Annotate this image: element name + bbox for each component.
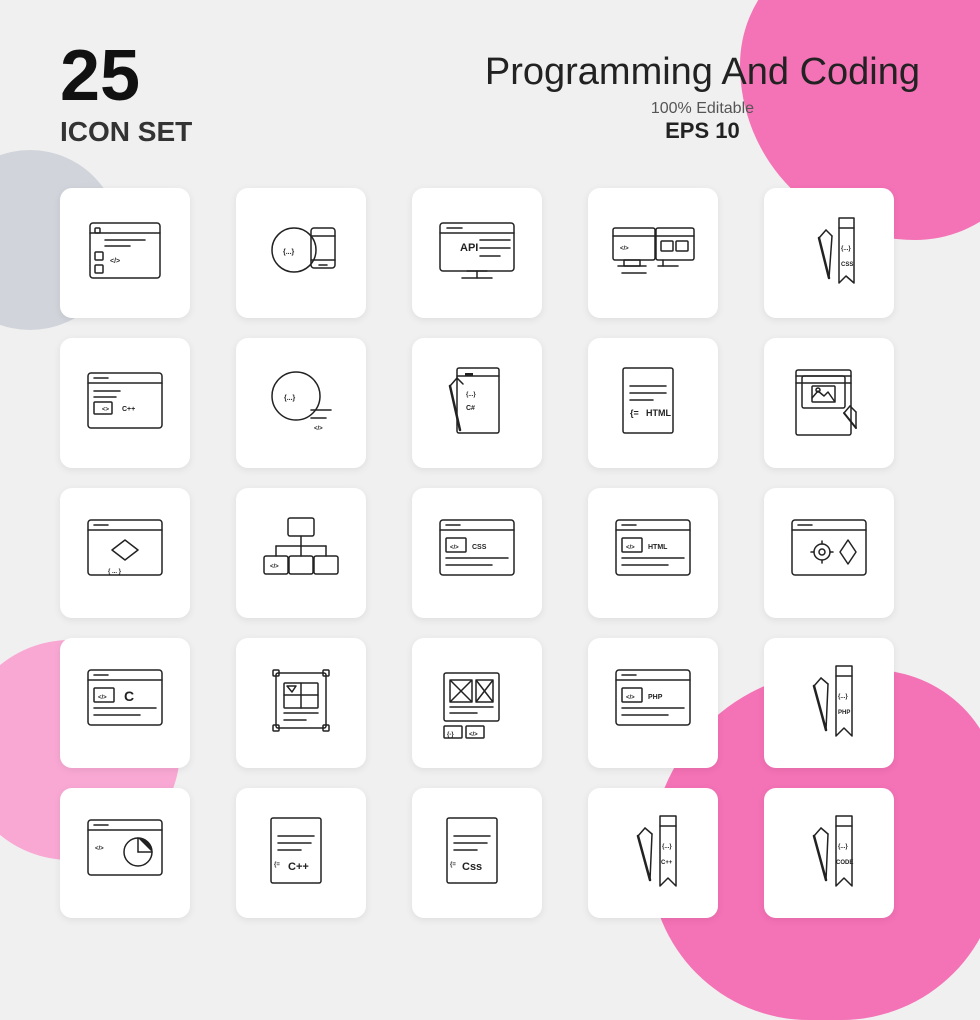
svg-text:PHP: PHP <box>838 710 850 716</box>
main-content: 25 ICON SET Programming And Coding 100% … <box>0 0 980 958</box>
svg-text:C++: C++ <box>122 406 135 413</box>
svg-text:{...}: {...} <box>283 249 295 256</box>
icon-pencil-cpp: {...} C++ <box>588 788 718 918</box>
icon-browser-code: </> <box>60 188 190 318</box>
svg-text:HTML: HTML <box>646 408 671 418</box>
icon-circle-curly: {...} </> <box>236 338 366 468</box>
icon-file-css: {= Css <box>412 788 542 918</box>
icon-pencil-php: {...} PHP <box>764 638 894 768</box>
icon-dual-monitor-code: </> <box>588 188 718 318</box>
icon-html-file: {= HTML <box>588 338 718 468</box>
icon-wireframe: {-} </> <box>412 638 542 768</box>
svg-text:C++: C++ <box>661 860 673 866</box>
icon-circle-dots-mobile: {...} <box>236 188 366 318</box>
svg-text:</>: </> <box>620 246 629 252</box>
icon-file-cpp: {= C++ <box>236 788 366 918</box>
svg-text:Css: Css <box>462 861 482 873</box>
icon-browser-c: </> C <box>60 638 190 768</box>
icon-design-tool <box>236 638 366 768</box>
header: 25 ICON SET Programming And Coding 100% … <box>60 40 920 148</box>
editable-label: 100% Editable <box>485 100 920 118</box>
svg-text:{=: {= <box>274 862 280 868</box>
svg-text:</>: </> <box>314 426 323 432</box>
icon-flowchart: </> <box>236 488 366 618</box>
svg-text:</>: </> <box>270 564 279 570</box>
svg-text:{...}: {...} <box>838 694 848 700</box>
svg-text:</>: </> <box>110 258 120 265</box>
svg-text:</>: </> <box>626 545 635 551</box>
svg-text:API: API <box>460 242 478 254</box>
svg-text:{...}: {...} <box>838 844 848 850</box>
svg-text:CSS: CSS <box>472 544 487 551</box>
icon-browser-cpp: <> C++ <box>60 338 190 468</box>
svg-text:C: C <box>124 688 134 704</box>
svg-text:{...}: {...} <box>841 246 851 252</box>
svg-text:PHP: PHP <box>648 694 663 701</box>
icon-set-label: ICON SET <box>60 116 192 148</box>
svg-text:</>: </> <box>469 732 478 738</box>
collection-title: Programming And Coding <box>485 50 920 96</box>
svg-text:</>: </> <box>626 695 635 701</box>
icon-browser-chart: </> <box>60 788 190 918</box>
svg-text:</>: </> <box>98 695 107 701</box>
svg-text:{-}: {-} <box>447 732 454 738</box>
icon-browser-gear-diamond <box>764 488 894 618</box>
icon-pencil-code: {...} CODE <box>764 788 894 918</box>
icon-api-monitor: API <box>412 188 542 318</box>
icon-browser-diamond: { ... } <box>60 488 190 618</box>
icon-browser-css: </> CSS <box>412 488 542 618</box>
svg-text:{=: {= <box>450 862 456 868</box>
svg-text:HTML: HTML <box>648 544 668 551</box>
svg-text:CSS: CSS <box>841 262 853 268</box>
eps-label: EPS 10 <box>485 118 920 144</box>
svg-text:</>: </> <box>450 545 459 551</box>
header-left: 25 ICON SET <box>60 40 192 148</box>
icon-book-image <box>764 338 894 468</box>
icon-browser-php: </> PHP <box>588 638 718 768</box>
icon-grid: </> {...} API <box>60 188 920 918</box>
svg-text:<>: <> <box>102 407 110 413</box>
icon-pencil-csharp: {...} C# <box>412 338 542 468</box>
svg-text:C++: C++ <box>288 861 309 873</box>
svg-text:{=: {= <box>630 408 639 418</box>
svg-text:{...}: {...} <box>466 392 476 398</box>
header-right: Programming And Coding 100% Editable EPS… <box>485 40 920 144</box>
svg-text:{ ... }: { ... } <box>108 569 122 575</box>
svg-text:{...}: {...} <box>662 844 672 850</box>
icon-pencil-css: {...} CSS <box>764 188 894 318</box>
svg-text:CODE: CODE <box>836 860 853 866</box>
svg-text:C#: C# <box>466 405 475 412</box>
icon-browser-html: </> HTML <box>588 488 718 618</box>
icon-count: 25 <box>60 40 192 112</box>
svg-text:</>: </> <box>95 846 104 852</box>
svg-text:{...}: {...} <box>284 395 296 402</box>
